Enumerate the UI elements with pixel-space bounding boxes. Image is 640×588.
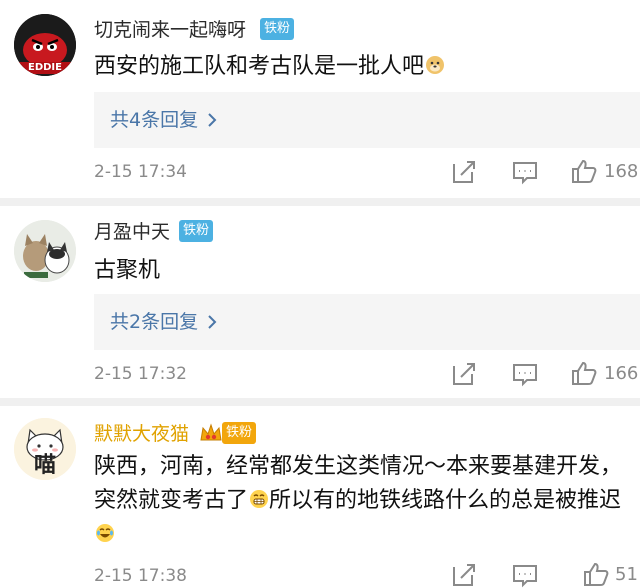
grin-emoji-icon — [250, 490, 269, 508]
like-count: 168 — [604, 161, 639, 182]
fan-badge: 铁粉 — [179, 220, 214, 242]
chevron-right-icon — [208, 315, 217, 329]
avatar[interactable]: 喵 — [14, 418, 76, 480]
username[interactable]: 月盈中天 — [94, 220, 170, 244]
fan-badge: 铁粉 — [260, 18, 295, 40]
comment-1: EDDIE 切克闹来一起嗨呀 铁粉 西安的施工队和考古队是一批人吧 共4条回复 … — [0, 0, 640, 200]
avatar-caption: EDDIE — [28, 62, 62, 73]
share-icon[interactable] — [451, 159, 477, 185]
comment-icon[interactable] — [512, 159, 538, 185]
doge-emoji-icon — [426, 56, 445, 74]
username[interactable]: 默默大夜猫 — [94, 422, 189, 446]
replies-label: 共2条回复 — [110, 311, 199, 333]
view-replies-button[interactable]: 共4条回复 — [94, 92, 640, 148]
timestamp: 2-15 17:38 — [94, 566, 187, 586]
timestamp: 2-15 17:32 — [94, 364, 187, 384]
comment-text: 西安的施工队和考古队是一批人吧 — [94, 50, 624, 84]
timestamp: 2-15 17:34 — [94, 162, 187, 182]
comment-2: 月盈中天 铁粉 古聚机 共2条回复 2-15 17:32 166 — [0, 206, 640, 402]
comment-text-body: 西安的施工队和考古队是一批人吧 — [94, 54, 425, 79]
like-count: 166 — [604, 363, 639, 384]
view-replies-button[interactable]: 共2条回复 — [94, 294, 640, 350]
replies-label: 共4条回复 — [110, 109, 199, 131]
share-icon[interactable] — [451, 562, 477, 588]
avatar[interactable]: EDDIE — [14, 14, 76, 76]
share-icon[interactable] — [451, 361, 477, 387]
like-count: 51 — [615, 564, 638, 585]
avatar[interactable] — [14, 220, 76, 282]
like-icon[interactable] — [583, 561, 609, 587]
comment-icon[interactable] — [512, 562, 538, 588]
fan-badge: 铁粉 — [222, 422, 257, 444]
laugh-cry-emoji-icon — [96, 524, 114, 542]
chevron-right-icon — [208, 113, 217, 127]
divider — [0, 398, 640, 406]
comment-text: 古聚机 — [94, 258, 161, 283]
comment-text-part2: 所以有的地铁线路什么的总是被推迟 — [269, 488, 622, 513]
vip-crown-icon — [200, 423, 222, 441]
comment-3: 喵 默默大夜猫 铁粉 陕西，河南，经常都发生这类情况～本来要基建开发，突然就变考… — [0, 406, 640, 588]
like-icon[interactable] — [571, 360, 597, 386]
comment-icon[interactable] — [512, 361, 538, 387]
username[interactable]: 切克闹来一起嗨呀 — [94, 18, 246, 42]
avatar-image — [14, 220, 76, 282]
divider — [0, 198, 640, 206]
comment-text: 陕西，河南，经常都发生这类情况～本来要基建开发，突然就变考古了 所以有的地铁线路… — [94, 450, 638, 552]
like-icon[interactable] — [571, 158, 597, 184]
avatar-caption: 喵 — [33, 453, 56, 478]
